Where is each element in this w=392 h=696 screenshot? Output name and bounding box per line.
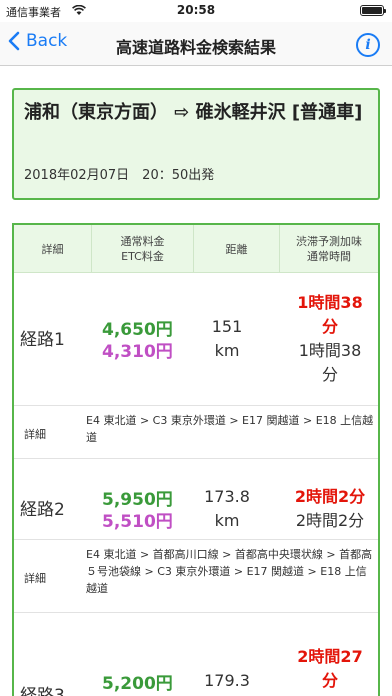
header-detail: 詳細 — [14, 225, 92, 273]
route-row-3[interactable]: 経路3 5,200円 179.3 2時間27 分 — [14, 613, 378, 696]
route-detail-row-1[interactable]: 詳細 E4 東北道 > C3 東京外環道 > E17 関越道 > E18 上信越… — [14, 405, 378, 459]
detail-label: 詳細 — [24, 572, 46, 585]
etc-fare: 4,310円 — [102, 342, 173, 362]
route-detail: E4 東北道 > 首都高川口線 > 首都高中央環状線 > 首都高５号池袋線 > … — [86, 548, 373, 595]
back-button[interactable]: Back — [8, 31, 67, 51]
info-icon[interactable]: i — [356, 33, 380, 57]
normal-time: 2時間2分 — [295, 511, 365, 530]
route-row-1[interactable]: 経路1 4,650円 4,310円 151 km 1時間38 分 1時間38 分 — [14, 273, 378, 405]
header-time: 渋滞予測加味 通常時間 — [296, 235, 362, 263]
route-name: 経路2 — [20, 500, 65, 520]
route-name: 経路3 — [20, 686, 65, 696]
distance: 179.3 — [204, 671, 250, 690]
battery-icon — [360, 5, 386, 16]
etc-fare: 5,510円 — [102, 512, 173, 532]
route-name: 経路1 — [20, 330, 65, 350]
route-detail-row-2[interactable]: 詳細 E4 東北道 > 首都高川口線 > 首都高中央環状線 > 首都高５号池袋線… — [14, 539, 378, 613]
detail-label: 詳細 — [24, 428, 46, 441]
congestion-time: 2時間2分 — [294, 487, 366, 506]
table-header: 詳細 通常料金 ETC料金 距離 渋滞予測加味 通常時間 — [14, 225, 378, 273]
distance: 173.8 km — [204, 487, 250, 530]
normal-fare: 5,200円 — [102, 674, 173, 694]
back-label: Back — [26, 31, 68, 51]
status-bar: 通信事業者 20:58 — [0, 0, 392, 22]
navigation-bar: Back 高速道路料金検索結果 i — [0, 22, 392, 66]
normal-time: 1時間38 分 — [298, 341, 362, 384]
departure-datetime: 2018年02月07日 20：50出発 — [24, 168, 215, 183]
route-summary-card: 浦和（東京方面） ⇨ 碓氷軽井沢 [普通車] 2018年02月07日 20：50… — [12, 88, 380, 200]
route-summary: 浦和（東京方面） ⇨ 碓氷軽井沢 [普通車] — [24, 102, 363, 123]
status-time: 20:58 — [176, 3, 216, 17]
header-fare: 通常料金 ETC料金 — [92, 225, 194, 273]
chevron-left-icon — [8, 31, 20, 51]
header-distance: 距離 — [194, 225, 280, 273]
route-detail: E4 東北道 > C3 東京外環道 > E17 関越道 > E18 上信越道 — [86, 414, 374, 444]
results-table: 詳細 通常料金 ETC料金 距離 渋滞予測加味 通常時間 経路1 4,650円 … — [12, 223, 380, 696]
congestion-time: 1時間38 分 — [297, 293, 363, 336]
distance: 151 km — [211, 317, 243, 360]
congestion-time: 2時間27 分 — [297, 647, 363, 690]
